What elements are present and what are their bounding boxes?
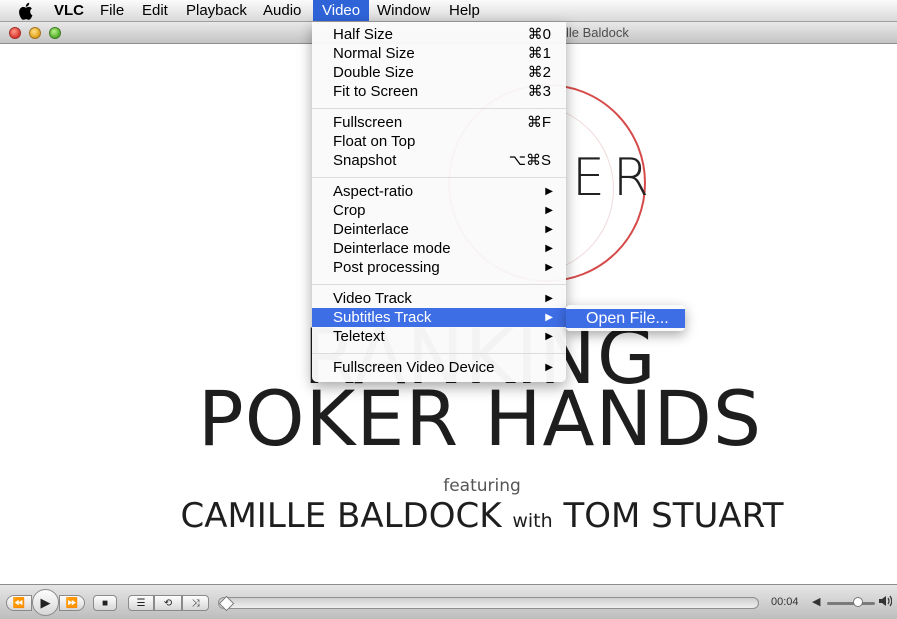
rewind-icon[interactable]: ⏪ — [6, 595, 32, 611]
volume-high-icon[interactable] — [878, 595, 893, 610]
credits-line: CAMILLE BALDOCK with TOM STUART — [0, 496, 897, 536]
featuring-label: featuring — [443, 476, 521, 496]
playback-controller: ⏪ ⏩ ▶ ■ ☰ ⟲ ⤨ 00:04 ◀ — [0, 584, 897, 619]
menu-video[interactable]: Video — [313, 0, 370, 21]
credit-a: CAMILLE BALDOCK — [180, 496, 502, 536]
fast-forward-icon[interactable]: ⏩ — [59, 595, 85, 611]
volume-knob[interactable] — [853, 597, 863, 607]
minimize-window-button[interactable] — [29, 27, 41, 39]
menu-item-double-size[interactable]: Double Size ⌘2 — [312, 63, 566, 82]
menu-item-crop[interactable]: Crop ▶ — [312, 201, 566, 220]
menu-item-aspect-ratio[interactable]: Aspect-ratio ▶ — [312, 182, 566, 201]
credit-with: with — [512, 510, 553, 532]
elapsed-time: 00:04 — [771, 596, 799, 608]
submenu-arrow-icon: ▶ — [545, 186, 553, 197]
menu-separator — [312, 177, 566, 178]
submenu-arrow-icon: ▶ — [545, 362, 553, 373]
apple-icon[interactable] — [19, 2, 35, 20]
close-window-button[interactable] — [9, 27, 21, 39]
menu-item-fit-to-screen[interactable]: Fit to Screen ⌘3 — [312, 82, 566, 101]
menu-vlc[interactable]: VLC — [45, 0, 93, 21]
submenu-arrow-icon: ▶ — [545, 293, 553, 304]
submenu-arrow-icon: ▶ — [545, 205, 553, 216]
menu-window[interactable]: Window — [368, 0, 439, 21]
menu-item-snapshot[interactable]: Snapshot ⌥⌘S — [312, 151, 566, 170]
seek-bar[interactable] — [218, 595, 759, 612]
menu-item-subtitles-track[interactable]: Subtitles Track ▶ — [312, 308, 566, 327]
menu-item-deinterlace[interactable]: Deinterlace ▶ — [312, 220, 566, 239]
video-title-line2: POKER HANDS — [197, 374, 763, 463]
playlist-icon[interactable]: ☰ — [128, 595, 154, 611]
submenu-arrow-icon: ▶ — [545, 312, 553, 323]
menu-item-fullscreen[interactable]: Fullscreen ⌘F — [312, 113, 566, 132]
menu-item-normal-size[interactable]: Normal Size ⌘1 — [312, 44, 566, 63]
zoom-window-button[interactable] — [49, 27, 61, 39]
volume-low-icon[interactable]: ◀ — [812, 595, 820, 608]
menu-audio[interactable]: Audio — [254, 0, 310, 21]
submenu-arrow-icon: ▶ — [545, 331, 553, 342]
window-title: lle Baldock — [566, 25, 629, 40]
menu-help[interactable]: Help — [440, 0, 489, 21]
menu-item-teletext[interactable]: Teletext ▶ — [312, 327, 566, 346]
menu-file[interactable]: File — [91, 0, 133, 21]
menu-edit[interactable]: Edit — [133, 0, 177, 21]
menu-separator — [312, 108, 566, 109]
menu-item-open-file[interactable]: Open File... — [566, 309, 685, 328]
logo-text: ER — [572, 148, 657, 208]
video-menu-dropdown: Half Size ⌘0 Normal Size ⌘1 Double Size ⌘2 … — [312, 22, 566, 382]
menu-item-video-track[interactable]: Video Track ▶ — [312, 289, 566, 308]
submenu-arrow-icon: ▶ — [545, 224, 553, 235]
menu-separator — [312, 284, 566, 285]
menu-item-float-on-top[interactable]: Float on Top — [312, 132, 566, 151]
menu-item-half-size[interactable]: Half Size ⌘0 — [312, 25, 566, 44]
menu-separator — [312, 353, 566, 354]
shuffle-icon[interactable]: ⤨ — [182, 595, 209, 611]
menu-item-fullscreen-video-device[interactable]: Fullscreen Video Device ▶ — [312, 358, 566, 377]
menu-playback[interactable]: Playback — [177, 0, 256, 21]
menu-item-post-processing[interactable]: Post processing ▶ — [312, 258, 566, 277]
menu-bar: VLC File Edit Playback Audio Video Windo… — [0, 0, 897, 22]
stop-icon[interactable]: ■ — [93, 595, 117, 611]
repeat-icon[interactable]: ⟲ — [154, 595, 182, 611]
credit-b: TOM STUART — [563, 496, 784, 536]
submenu-arrow-icon: ▶ — [545, 243, 553, 254]
seek-knob[interactable] — [218, 595, 235, 612]
volume-slider[interactable] — [827, 602, 875, 605]
subtitles-submenu: Open File... — [566, 305, 685, 331]
menu-item-deinterlace-mode[interactable]: Deinterlace mode ▶ — [312, 239, 566, 258]
submenu-arrow-icon: ▶ — [545, 262, 553, 273]
play-icon[interactable]: ▶ — [32, 589, 59, 616]
